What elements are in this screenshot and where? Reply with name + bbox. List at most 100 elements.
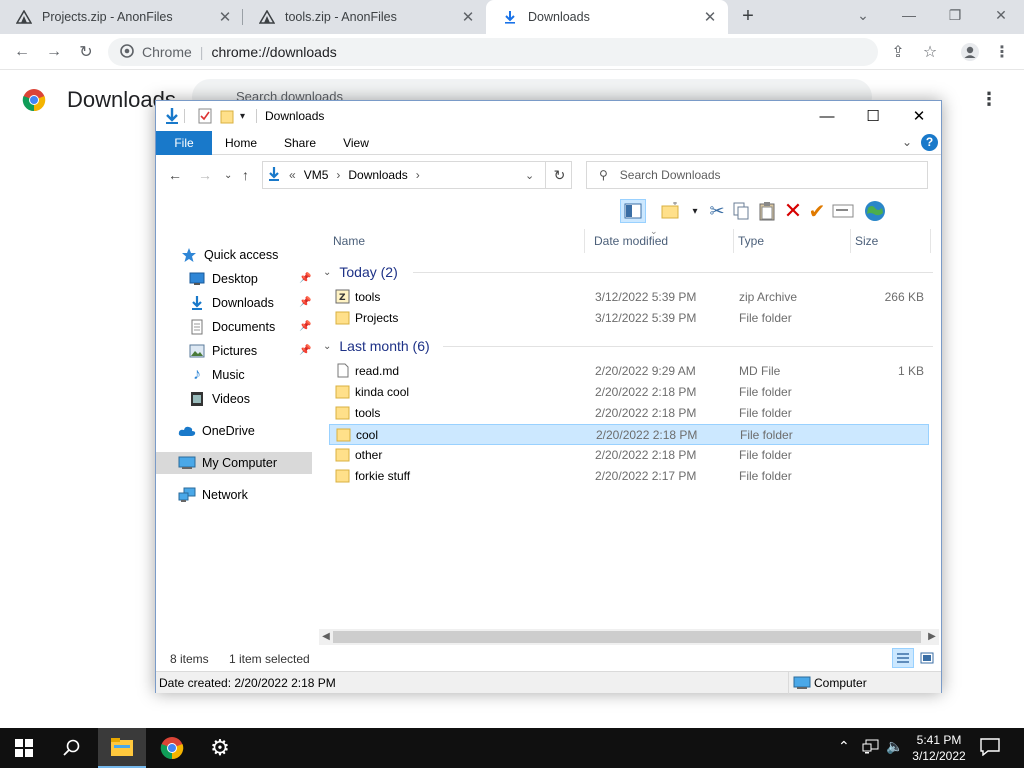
taskbar-clock[interactable]: 5:41 PM 3/12/2022: [900, 732, 978, 764]
table-row[interactable]: kinda cool 2/20/2022 2:18 PM File folder: [329, 382, 929, 403]
breadcrumb-downloads[interactable]: Downloads: [348, 168, 407, 182]
new-folder-icon[interactable]: [220, 107, 234, 125]
group-header-today[interactable]: ⌄ Today (2): [323, 261, 933, 283]
start-button[interactable]: [0, 728, 48, 768]
table-row-selected[interactable]: cool 2/20/2022 2:18 PM File folder: [329, 424, 929, 445]
tab-projects-zip[interactable]: Projects.zip - AnonFiles ✕: [0, 0, 243, 34]
nav-item-pictures[interactable]: Pictures: [188, 340, 310, 362]
breadcrumb-vm5[interactable]: VM5: [304, 168, 329, 182]
nav-item-music[interactable]: ♪ Music: [188, 364, 310, 386]
minimize-button[interactable]: —: [886, 0, 932, 30]
pin-icon[interactable]: 📌: [299, 273, 311, 284]
column-header-size[interactable]: Size: [851, 229, 931, 253]
scroll-right-icon[interactable]: ▶: [925, 629, 939, 645]
recent-locations-chevron-icon[interactable]: ⌄: [224, 170, 232, 181]
properties-icon[interactable]: [198, 107, 212, 125]
tab-share[interactable]: Share: [276, 131, 324, 155]
table-row[interactable]: tools 2/20/2022 2:18 PM File folder: [329, 403, 929, 424]
nav-item-documents[interactable]: Documents: [188, 316, 310, 338]
table-row[interactable]: forkie stuff 2/20/2022 2:17 PM File fold…: [329, 466, 929, 487]
nav-item-my-computer[interactable]: My Computer: [156, 452, 312, 474]
refresh-icon[interactable]: ↻: [545, 161, 573, 189]
horizontal-scrollbar[interactable]: ◀ ▶: [319, 629, 939, 645]
folder-icon: [335, 310, 350, 325]
tab-home[interactable]: Home: [218, 131, 264, 155]
notifications-icon[interactable]: [980, 738, 1000, 759]
help-icon[interactable]: ?: [921, 134, 938, 151]
tab-file[interactable]: File: [156, 131, 212, 155]
tab-tools-zip[interactable]: tools.zip - AnonFiles ✕: [243, 0, 486, 34]
tab-view[interactable]: View: [334, 131, 378, 155]
network-tray-icon[interactable]: [862, 739, 880, 758]
settings-gear-icon[interactable]: ⚙: [196, 728, 244, 768]
table-row[interactable]: Projects 3/12/2022 5:39 PM File folder: [329, 308, 929, 329]
up-arrow-icon[interactable]: ↑: [242, 167, 249, 183]
close-window-button[interactable]: ✕: [978, 0, 1024, 30]
nav-item-onedrive[interactable]: OneDrive: [178, 420, 310, 442]
preview-pane-icon[interactable]: [620, 199, 646, 223]
close-window-button[interactable]: ✕: [896, 101, 942, 131]
address-dropdown-chevron-icon[interactable]: ⌄: [525, 169, 534, 182]
profile-avatar[interactable]: [958, 40, 982, 64]
restore-button[interactable]: ❐: [932, 0, 978, 30]
cut-icon[interactable]: ✂: [704, 199, 730, 223]
scrollbar-thumb[interactable]: [333, 631, 921, 643]
pin-icon[interactable]: 📌: [299, 297, 311, 308]
new-tab-button[interactable]: +: [736, 6, 760, 28]
checkmark-icon[interactable]: ✔: [804, 199, 830, 223]
breadcrumb-overflow[interactable]: «: [289, 168, 296, 182]
rename-icon[interactable]: [830, 199, 856, 223]
pin-icon[interactable]: 📌: [299, 321, 311, 332]
column-header-type[interactable]: Type: [734, 229, 851, 253]
close-icon[interactable]: ✕: [458, 8, 478, 26]
file-type: MD File: [739, 364, 781, 378]
share-icon[interactable]: ⇪: [886, 40, 910, 64]
minimize-button[interactable]: —: [804, 101, 850, 131]
delete-icon[interactable]: ✕: [780, 198, 806, 223]
column-header-name[interactable]: Name: [329, 229, 585, 253]
scroll-left-icon[interactable]: ◀: [319, 629, 333, 645]
column-header-date-modified[interactable]: Date modified: [590, 229, 734, 253]
file-date: 2/20/2022 2:18 PM: [596, 428, 698, 442]
maximize-button[interactable]: ☐: [850, 101, 896, 131]
forward-arrow-icon[interactable]: →: [198, 167, 212, 183]
tab-downloads[interactable]: Downloads ✕: [486, 0, 728, 34]
more-options-icon[interactable]: ⋮: [980, 89, 998, 110]
details-view-icon[interactable]: [892, 648, 914, 668]
chrome-menu-icon[interactable]: ⋮: [990, 40, 1014, 64]
table-row[interactable]: read.md 2/20/2022 9:29 AM MD File 1 KB: [329, 361, 929, 382]
back-button[interactable]: ←: [10, 40, 34, 64]
paste-icon[interactable]: [754, 199, 780, 223]
nav-item-desktop[interactable]: Desktop: [188, 268, 310, 290]
chrome-taskbar-icon[interactable]: [148, 728, 196, 768]
address-breadcrumb[interactable]: « VM5 › Downloads › ⌄: [262, 161, 572, 189]
large-icons-view-icon[interactable]: [916, 648, 938, 668]
nav-item-videos[interactable]: Videos: [188, 388, 310, 410]
globe-icon[interactable]: [862, 199, 888, 223]
file-type: File folder: [739, 448, 792, 462]
table-row[interactable]: other 2/20/2022 2:18 PM File folder: [329, 445, 929, 466]
nav-item-quick-access[interactable]: Quick access: [180, 244, 310, 266]
back-arrow-icon[interactable]: ←: [168, 167, 182, 183]
bookmark-star-icon[interactable]: ☆: [918, 40, 942, 64]
search-input[interactable]: ⚲ Search Downloads: [586, 161, 928, 189]
quick-access-dropdown-icon[interactable]: ▾: [240, 107, 245, 125]
close-icon[interactable]: ✕: [700, 8, 720, 26]
file-date: 2/20/2022 2:17 PM: [595, 469, 697, 483]
nav-item-downloads[interactable]: Downloads: [188, 292, 310, 314]
address-bar[interactable]: Chrome | chrome://downloads: [108, 38, 878, 66]
reload-button[interactable]: ↻: [74, 40, 98, 64]
new-folder-icon[interactable]: [658, 199, 684, 223]
search-icon[interactable]: [48, 728, 96, 768]
copy-icon[interactable]: [728, 199, 754, 223]
chevron-down-icon[interactable]: ⌄: [840, 0, 886, 30]
table-row[interactable]: Z tools 3/12/2022 5:39 PM zip Archive 26…: [329, 287, 929, 308]
ribbon-expand-chevron-icon[interactable]: ⌄: [902, 135, 912, 149]
forward-button[interactable]: →: [42, 40, 66, 64]
group-header-last-month[interactable]: ⌄ Last month (6): [323, 335, 933, 357]
nav-item-network[interactable]: Network: [178, 484, 310, 506]
file-explorer-taskbar-icon[interactable]: [98, 728, 146, 768]
chevron-up-icon[interactable]: ⌃: [838, 738, 850, 755]
close-icon[interactable]: ✕: [215, 8, 235, 26]
pin-icon[interactable]: 📌: [299, 345, 311, 356]
